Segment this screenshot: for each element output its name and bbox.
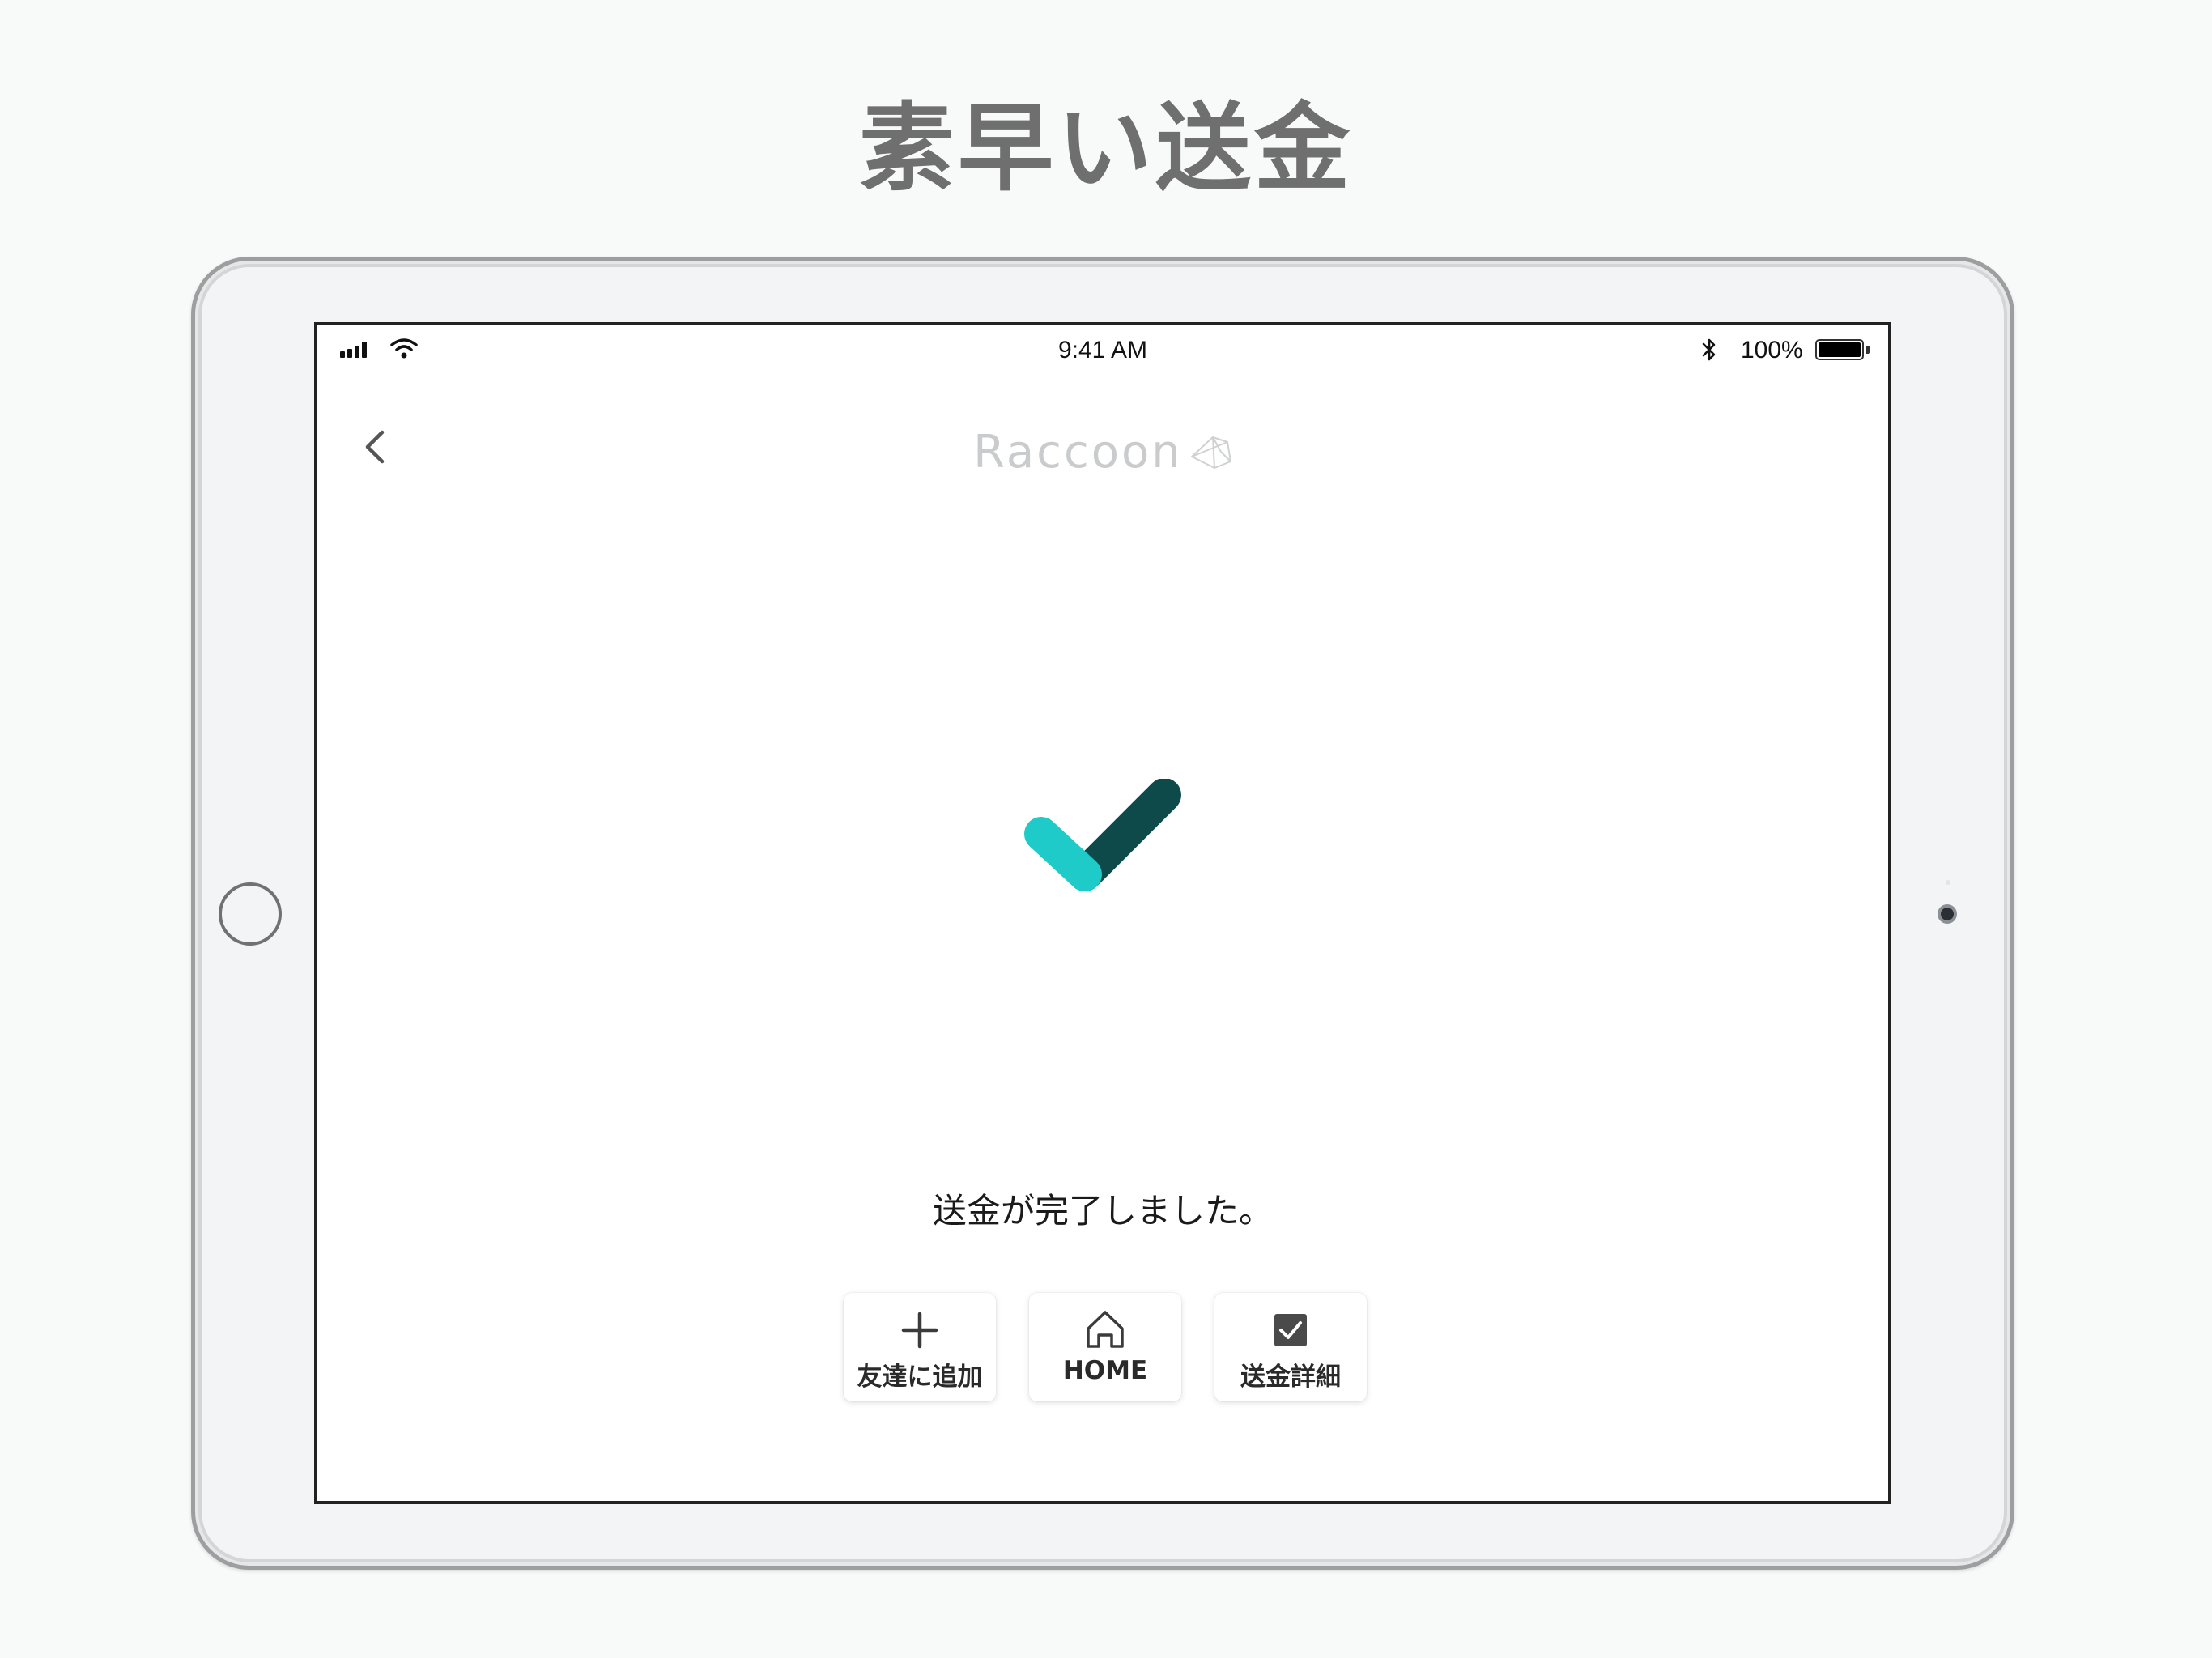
bluetooth-icon: [1702, 338, 1716, 361]
battery-nub: [1866, 346, 1870, 354]
checkbox-icon: [1274, 1314, 1307, 1346]
battery-percent: 100%: [1741, 337, 1803, 363]
home-icon: [1087, 1311, 1124, 1348]
add-friend-label: 友達に追加: [857, 1363, 983, 1392]
action-button-group: 友達に追加 HOME 送金詳細: [844, 1293, 1367, 1403]
device-sensor: [1946, 880, 1950, 885]
plus-icon: [901, 1312, 938, 1349]
raccoon-logo-icon: [1190, 436, 1231, 469]
battery-level-fill: [1819, 342, 1861, 357]
app-logo: Raccoon: [317, 426, 1888, 478]
page-headline: 素早い送金: [858, 92, 1353, 204]
device-home-button: [219, 882, 282, 946]
battery-icon: [1815, 339, 1864, 360]
transfer-details-button[interactable]: 送金詳細: [1214, 1293, 1367, 1401]
success-check-icon: [1024, 779, 1181, 891]
add-friend-button[interactable]: 友達に追加: [844, 1293, 996, 1401]
status-bar: 9:41 AM 100%: [317, 325, 1888, 363]
logo-text: Raccoon: [973, 426, 1183, 478]
check-short-stroke: [1024, 817, 1102, 891]
status-time: 9:41 AM: [1057, 337, 1148, 363]
home-button[interactable]: HOME: [1029, 1293, 1181, 1401]
home-label: HOME: [1062, 1356, 1148, 1385]
app-screen: 9:41 AM 100% Raccoon 送金が完了しました。 友達に追加 HO…: [314, 322, 1891, 1504]
completion-message: 送金が完了しました。: [932, 1191, 1273, 1231]
transfer-details-label: 送金詳細: [1240, 1363, 1341, 1392]
device-camera: [1938, 904, 1957, 924]
